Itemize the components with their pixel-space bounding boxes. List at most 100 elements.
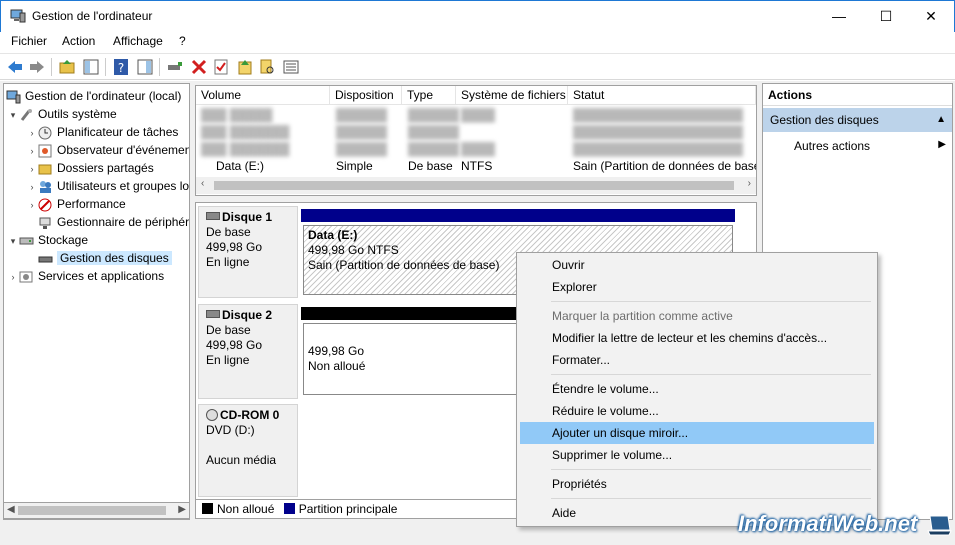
menu-separator (551, 301, 871, 302)
column-status[interactable]: Statut (568, 86, 756, 105)
watermark: InformatiWeb.net (738, 511, 918, 536)
table-row-blurred: ███ ████████████████████████████████████… (201, 142, 744, 156)
menu-fichier[interactable]: Fichier (11, 34, 47, 48)
title-bar: Gestion de l'ordinateur — ☐ ✕ (0, 0, 955, 32)
up-folder-icon[interactable] (58, 58, 76, 76)
delete-icon[interactable] (190, 58, 208, 76)
scrollbar-thumb[interactable] (214, 181, 734, 190)
cdrom-label[interactable]: CD-ROM 0 DVD (D:) Aucun média (198, 404, 298, 497)
menu-action[interactable]: Action (62, 34, 95, 48)
storage-icon (19, 237, 34, 245)
disk1-label[interactable]: Disque 1 De base 499,98 Go En ligne (198, 206, 298, 298)
toolbar-separator (105, 58, 106, 76)
forward-arrow-icon[interactable] (28, 58, 46, 76)
menu-item-ajouter-miroir[interactable]: Ajouter un disque miroir... (520, 422, 874, 444)
laptop-logo-icon (927, 515, 952, 536)
performance-icon (38, 198, 52, 212)
page-up-icon[interactable] (236, 58, 254, 76)
minimize-button[interactable]: — (816, 1, 862, 31)
close-button[interactable]: ✕ (908, 1, 954, 31)
menu-affichage[interactable]: Affichage (113, 34, 163, 48)
tree-item-gestionnaire[interactable]: Gestionnaire de périphériques (38, 213, 189, 231)
search-page-icon[interactable] (258, 58, 276, 76)
menu-item-reduire[interactable]: Réduire le volume... (520, 400, 874, 422)
disk2-label[interactable]: Disque 2 De base 499,98 Go En ligne (198, 304, 298, 399)
table-row[interactable]: Data (E:) Simple De base NTFS Sain (Part… (196, 158, 756, 175)
scroll-left-icon[interactable]: ◀ (7, 504, 15, 515)
submenu-arrow-icon[interactable]: ▶ (938, 139, 946, 150)
disk-icon (206, 310, 220, 318)
svg-text:?: ? (118, 61, 124, 75)
menu-item-explorer[interactable]: Explorer (520, 276, 874, 298)
console-tree: Gestion de l'ordinateur (local) ▾ Outils … (3, 83, 190, 520)
scroll-left-icon[interactable]: ‹ (201, 178, 204, 189)
event-viewer-icon (38, 144, 52, 158)
scroll-right-icon[interactable]: ▶ (178, 504, 186, 515)
volume-list: Volume Disposition Type Système de fichi… (195, 85, 757, 196)
column-disposition[interactable]: Disposition (330, 86, 402, 105)
chevron-right-icon[interactable]: › (7, 268, 19, 286)
tree-item-stockage[interactable]: ▾ Stockage (7, 231, 88, 249)
table-row-blurred: ███ ████████████████████████████████████… (201, 108, 744, 122)
scrollbar-thumb[interactable] (18, 506, 166, 515)
cell-type: De base (408, 159, 453, 173)
volume-horizontal-scrollbar[interactable]: ‹ › (196, 177, 756, 194)
column-filesystem[interactable]: Système de fichiers (456, 86, 568, 105)
menu-separator (551, 469, 871, 470)
menu-item-ouvrir[interactable]: Ouvrir (520, 254, 874, 276)
chevron-right-icon[interactable]: › (26, 160, 38, 178)
chevron-right-icon[interactable]: › (26, 196, 38, 214)
users-icon (40, 180, 51, 193)
properties-pane-icon[interactable] (136, 58, 154, 76)
scroll-right-icon[interactable]: › (748, 178, 751, 189)
computer-management-icon (10, 9, 26, 23)
tree-item-utilisateurs[interactable]: ›Utilisateurs et groupes locaux (26, 177, 190, 195)
checklist-icon[interactable] (212, 58, 230, 76)
tree-item-performance[interactable]: › Performance (26, 195, 126, 213)
cell-filesystem: NTFS (461, 159, 493, 173)
maximize-button[interactable]: ☐ (863, 1, 909, 31)
cell-volume: Data (E:) (216, 159, 265, 173)
services-icon (19, 271, 33, 283)
menu-item-proprietes[interactable]: Propriétés (520, 473, 874, 495)
chevron-right-icon[interactable]: › (26, 178, 38, 196)
tree-item-dossiers[interactable]: › Dossiers partagés (26, 159, 154, 177)
toolbar: ? (0, 53, 955, 80)
tree-item-services[interactable]: › Services et applications (7, 267, 165, 286)
chevron-right-icon[interactable]: › (26, 124, 38, 142)
back-arrow-icon[interactable] (6, 58, 24, 76)
tree-item-gestion-disques[interactable]: Gestion des disques (38, 249, 172, 267)
column-volume[interactable]: Volume (196, 86, 330, 105)
menu-item-etendre[interactable]: Étendre le volume... (520, 378, 874, 400)
tree-horizontal-scrollbar[interactable]: ◀ ▶ (3, 502, 190, 519)
menu-bar: Fichier Action Affichage ? (0, 32, 955, 52)
tree-item-observateur[interactable]: › Observateur d'événements (26, 141, 189, 160)
window-title: Gestion de l'ordinateur (32, 9, 153, 23)
console-tree-icon[interactable] (82, 58, 100, 76)
actions-section-gestion-disques[interactable]: Gestion des disques ▲ (763, 108, 952, 132)
collapse-up-icon[interactable]: ▲ (936, 114, 946, 125)
column-type[interactable]: Type (402, 86, 456, 105)
connect-drive-icon[interactable] (166, 58, 184, 76)
menu-item-modifier-lettre[interactable]: Modifier la lettre de lecteur et les che… (520, 327, 874, 349)
volume-list-header: Volume Disposition Type Système de fichi… (196, 86, 756, 105)
toolbar-separator (51, 58, 52, 76)
cdrom-icon (206, 409, 218, 421)
tree-item-outils-systeme[interactable]: ▾ Outils système (7, 105, 117, 123)
menu-help[interactable]: ? (179, 34, 186, 48)
help-icon[interactable]: ? (112, 58, 130, 76)
actions-header: Actions (763, 84, 952, 106)
chevron-right-icon[interactable]: › (26, 142, 38, 160)
legend-swatch-unallocated (202, 503, 213, 514)
menu-separator (551, 374, 871, 375)
tree-item-planificateur[interactable]: › Planificateur de tâches (26, 123, 178, 141)
disk1-partition-bar (301, 209, 735, 222)
list-view-icon[interactable] (282, 58, 300, 76)
menu-item-supprimer[interactable]: Supprimer le volume... (520, 444, 874, 466)
context-menu: Ouvrir Explorer Marquer la partition com… (516, 252, 878, 527)
chevron-down-icon[interactable]: ▾ (7, 106, 19, 124)
chevron-down-icon[interactable]: ▾ (7, 232, 19, 250)
tree-item-root[interactable]: Gestion de l'ordinateur (local) (6, 87, 181, 105)
action-autres-actions[interactable]: Autres actions (794, 139, 870, 153)
menu-item-formater[interactable]: Formater... (520, 349, 874, 371)
